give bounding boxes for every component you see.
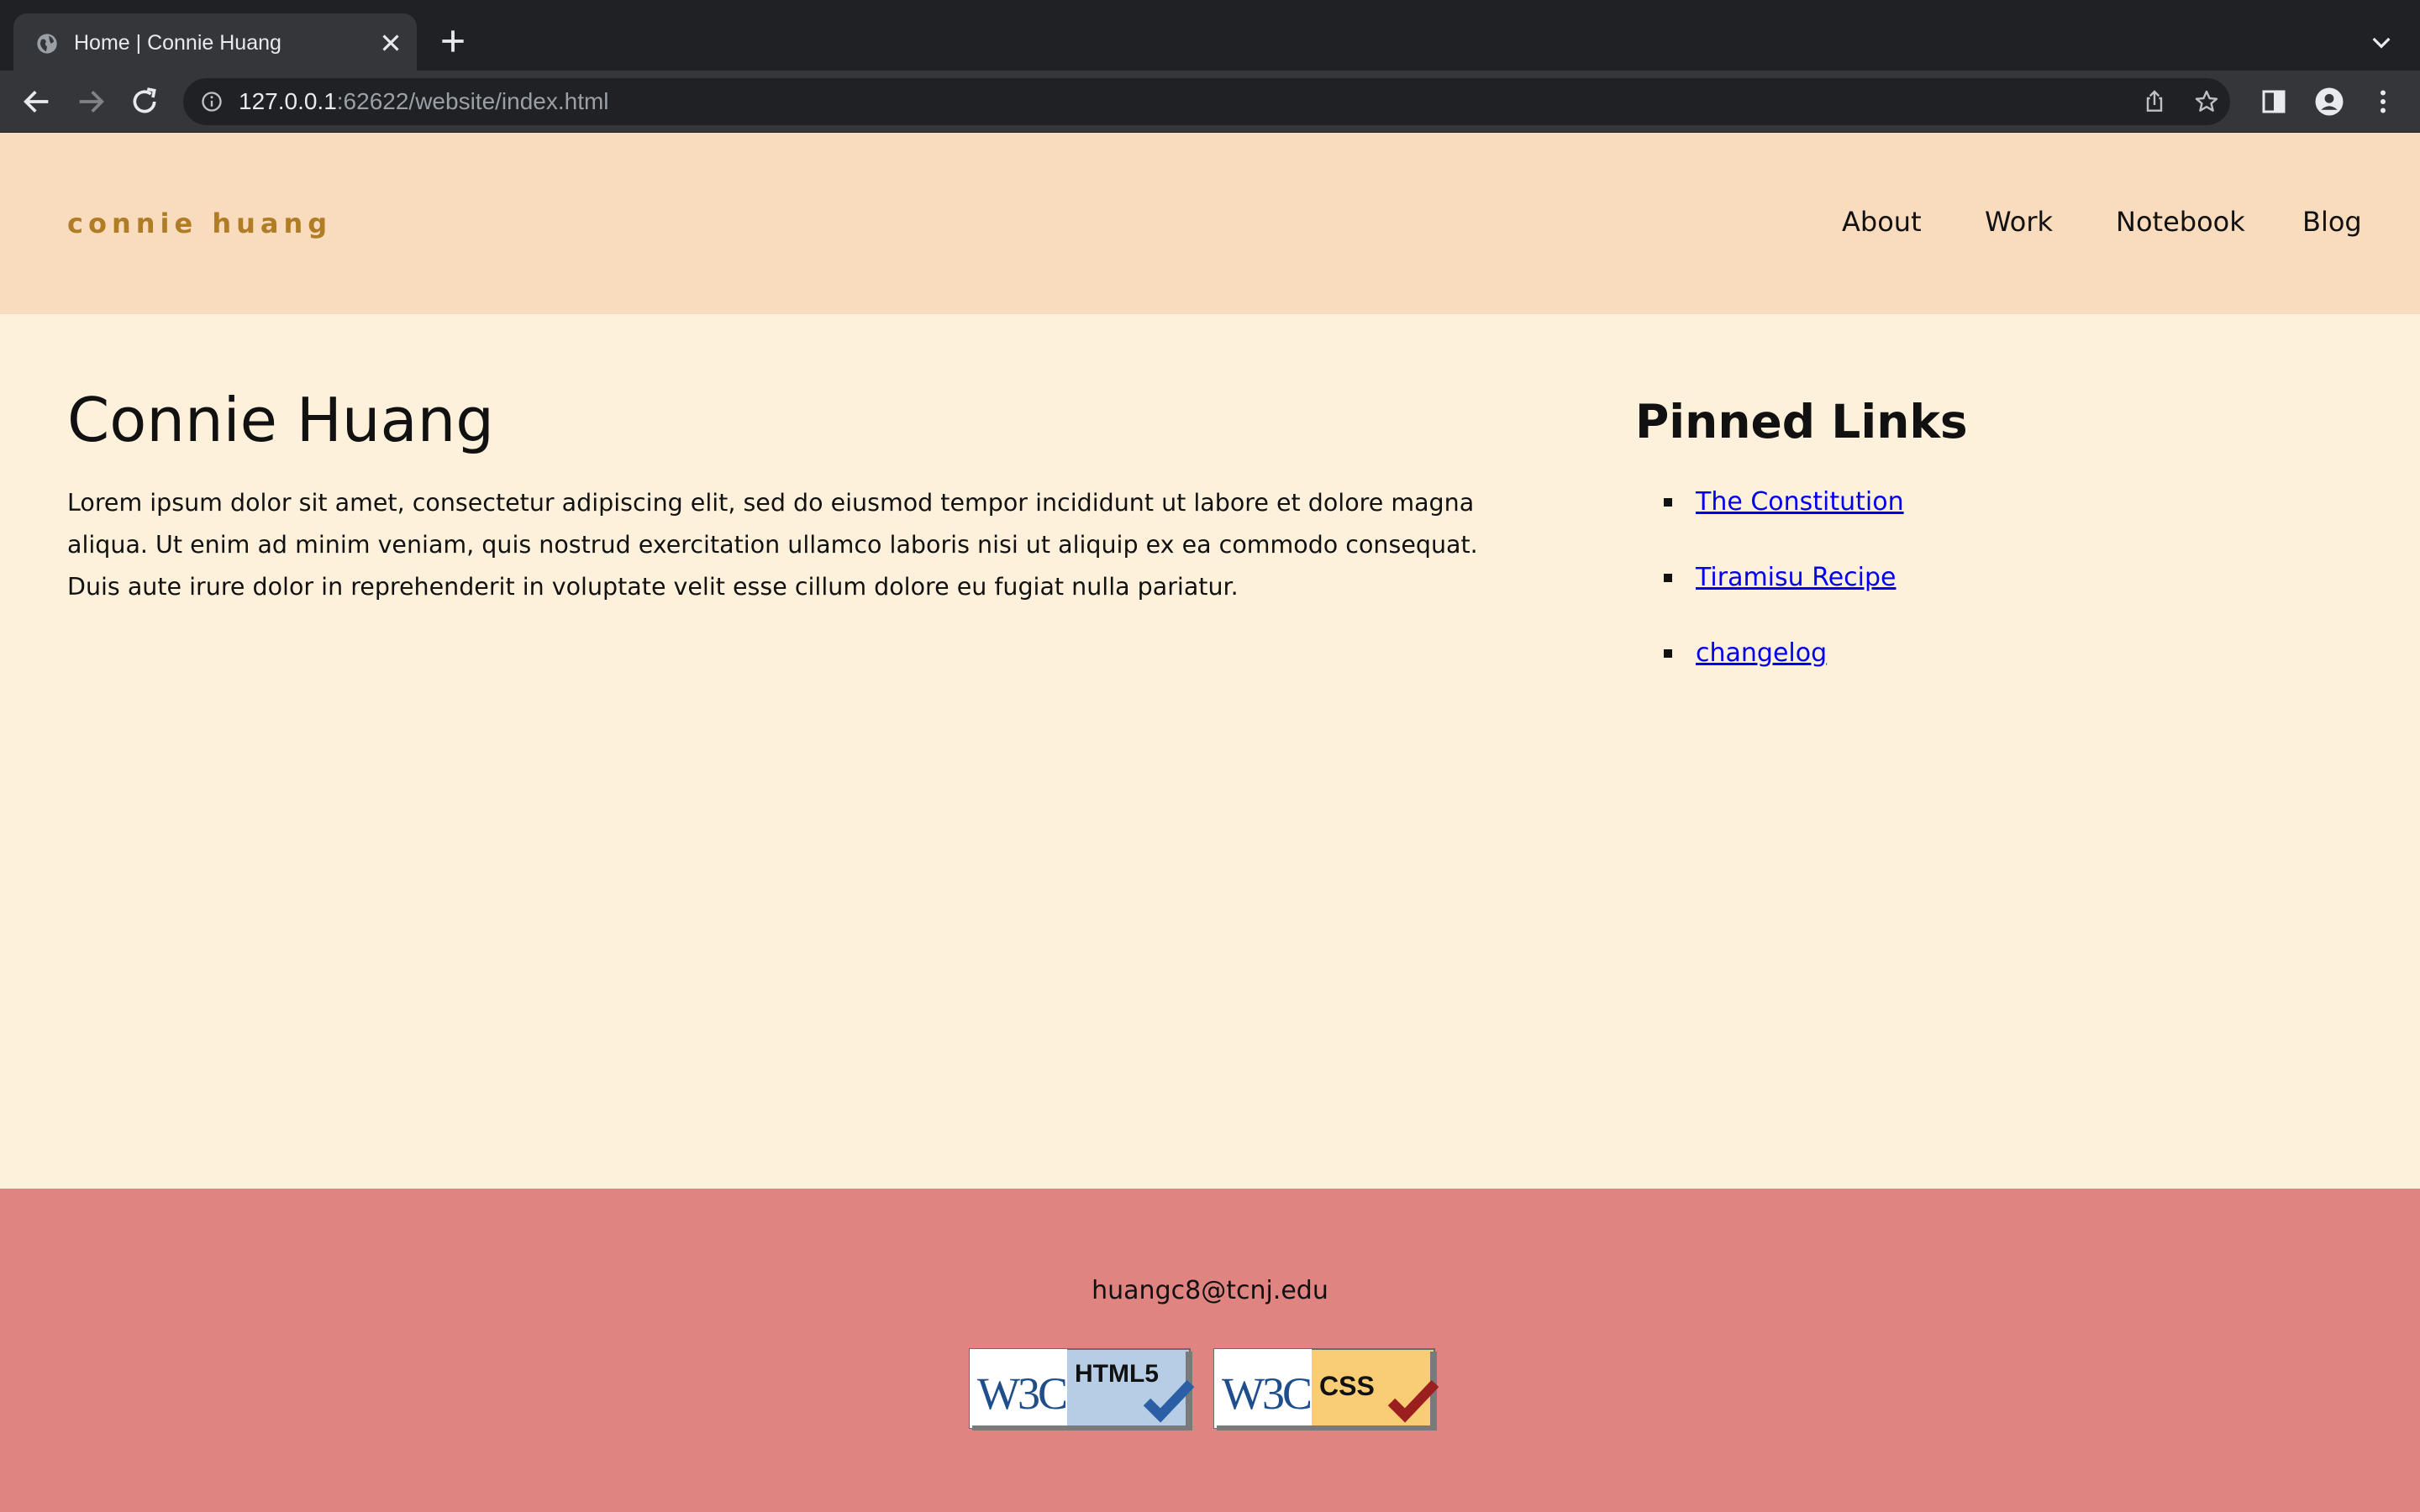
bullet-icon xyxy=(1664,649,1672,658)
forward-arrow-icon[interactable] xyxy=(74,85,108,118)
intro-paragraph: Lorem ipsum dolor sit amet, consectetur … xyxy=(67,489,1478,601)
chevron-down-icon[interactable] xyxy=(2368,29,2395,55)
pinned-link-constitution[interactable]: The Constitution xyxy=(1696,484,1904,521)
profile-avatar-icon[interactable] xyxy=(2314,87,2344,117)
badge-logo-text: W3C xyxy=(977,1368,1066,1419)
pinned-link-changelog[interactable]: changelog xyxy=(1696,635,1827,672)
more-menu-icon[interactable] xyxy=(2368,87,2398,117)
nav-link-work[interactable]: Work xyxy=(1985,205,2053,239)
nav-link-blog[interactable]: Blog xyxy=(2302,205,2362,239)
footer-email[interactable]: huangc8@tcnj.edu xyxy=(0,1274,2420,1308)
pinned-link-tiramisu-recipe[interactable]: Tiramisu Recipe xyxy=(1696,559,1896,596)
pinned-links-heading: Pinned Links xyxy=(1635,395,1968,449)
browser-toolbar: 127.0.0.1:62622/website/index.html xyxy=(0,71,2420,133)
tab-title: Home | Connie Huang xyxy=(74,31,281,55)
browser-tab-strip: Home | Connie Huang xyxy=(0,0,2420,71)
w3c-css-valid-badge[interactable]: W3C CSS xyxy=(1213,1348,1440,1432)
page-title: Connie Huang xyxy=(67,385,495,455)
new-tab-icon[interactable] xyxy=(437,25,469,57)
w3c-html5-valid-badge[interactable]: W3C HTML5 xyxy=(969,1348,1196,1432)
nav-link-about[interactable]: About xyxy=(1842,205,1922,239)
info-icon[interactable] xyxy=(200,90,224,113)
bullet-icon xyxy=(1664,574,1672,582)
close-icon[interactable] xyxy=(376,29,405,57)
site-footer: huangc8@tcnj.edu W3C HTML5 W3C CSS xyxy=(0,1189,2420,1512)
site-header: connie huang About Work Notebook Blog xyxy=(0,133,2420,314)
site-brand-logo[interactable]: connie huang xyxy=(67,207,332,240)
reload-icon[interactable] xyxy=(128,85,161,118)
nav-link-notebook[interactable]: Notebook xyxy=(2116,205,2245,239)
url-text[interactable]: 127.0.0.1:62622/website/index.html xyxy=(239,87,609,116)
bullet-icon xyxy=(1664,498,1672,507)
badge-label-text: HTML5 xyxy=(1075,1360,1159,1388)
browser-tab-active[interactable]: Home | Connie Huang xyxy=(13,13,417,71)
share-icon[interactable] xyxy=(2141,88,2168,115)
side-panel-icon[interactable] xyxy=(2259,87,2289,117)
star-icon[interactable] xyxy=(2193,88,2220,115)
url-path: :62622/website/index.html xyxy=(336,88,609,114)
address-bar[interactable]: 127.0.0.1:62622/website/index.html xyxy=(183,78,2230,125)
back-arrow-icon[interactable] xyxy=(20,85,54,118)
badge-logo-text: W3C xyxy=(1222,1368,1311,1419)
url-host: 127.0.0.1 xyxy=(239,88,337,114)
badge-label-text: CSS xyxy=(1319,1371,1375,1401)
globe-icon xyxy=(37,34,57,54)
